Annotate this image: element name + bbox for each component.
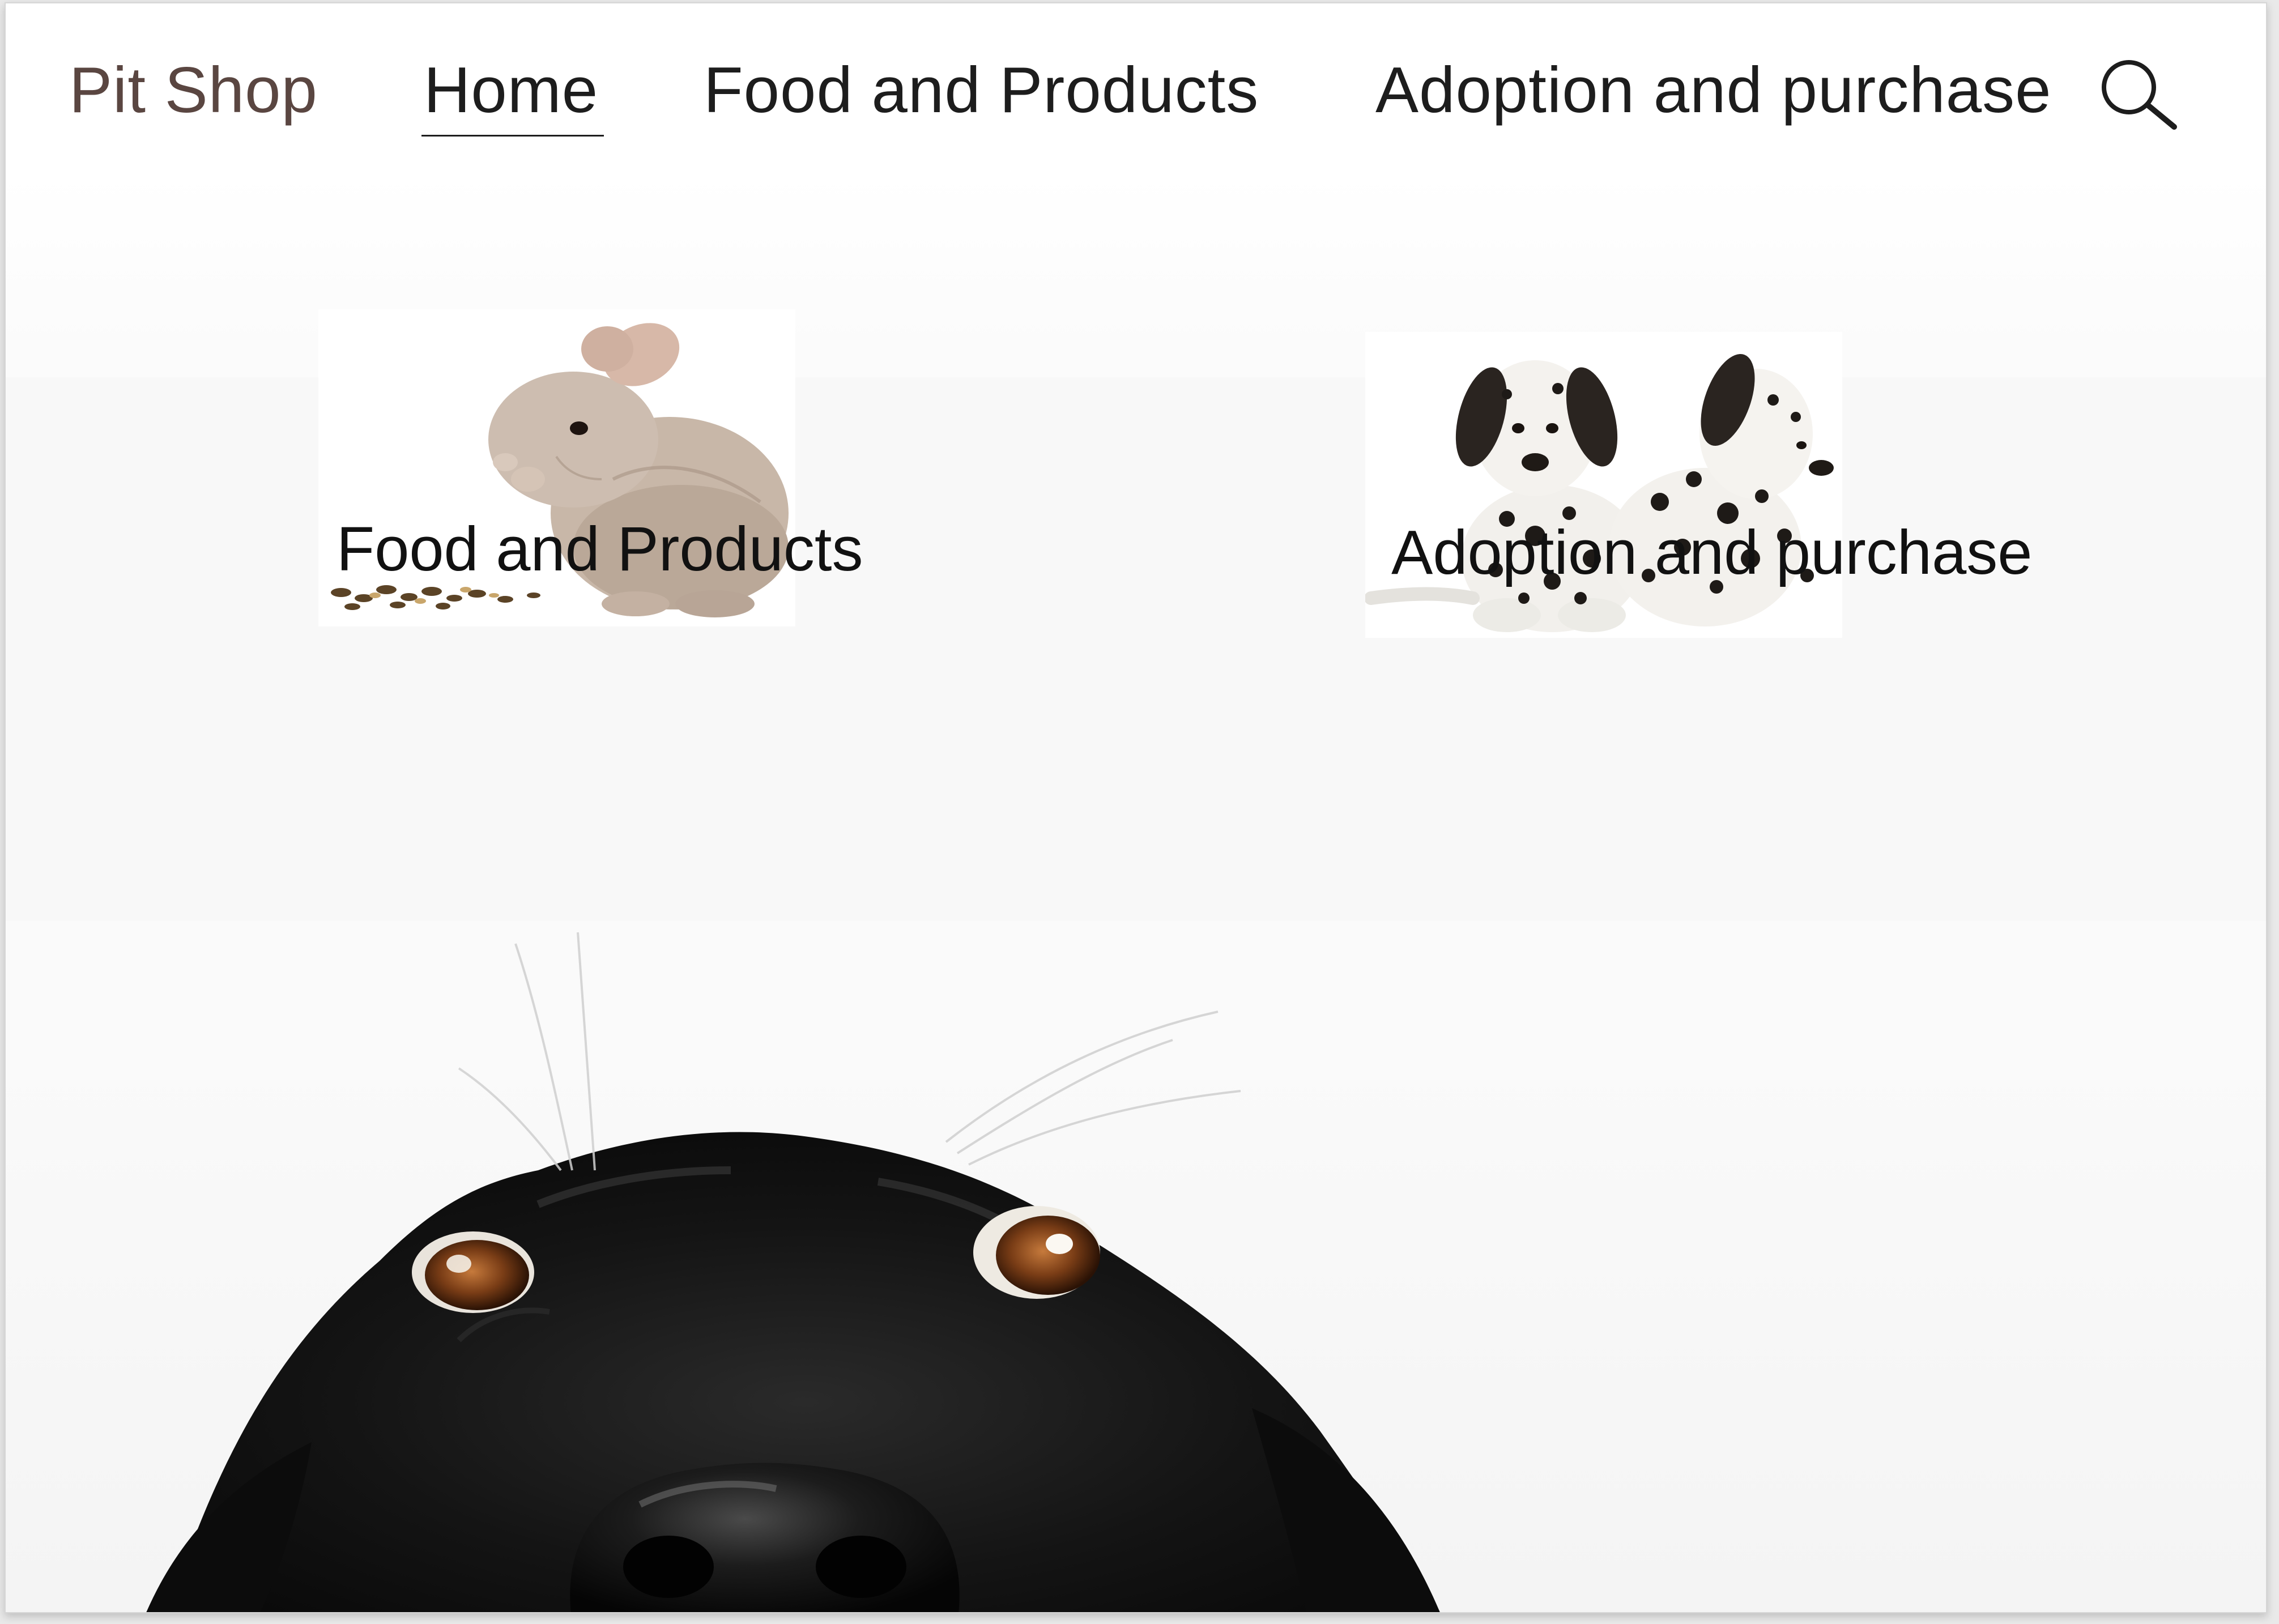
search-button[interactable] [2096,58,2181,131]
nav-food-and-products[interactable]: Food and Products [704,53,1259,127]
adoption-and-purchase-label[interactable]: Adoption and purchase [1391,517,2032,589]
brand-logo[interactable]: Pit Shop [69,53,318,127]
browser-page: Pit Shop Home Food and Products Adoption… [5,2,2267,1613]
black-dog-image [146,932,1440,1612]
search-icon [2102,60,2177,130]
food-and-products-label[interactable]: Food and Products [336,513,863,585]
active-nav-underline [421,135,604,137]
adoption-and-purchase-image[interactable] [1365,332,1842,638]
nav-adoption-and-purchase[interactable]: Adoption and purchase [1375,53,2052,127]
nav-home[interactable]: Home [424,53,598,127]
top-nav-bar: Pit Shop Home Food and Products Adoption… [6,3,2266,173]
